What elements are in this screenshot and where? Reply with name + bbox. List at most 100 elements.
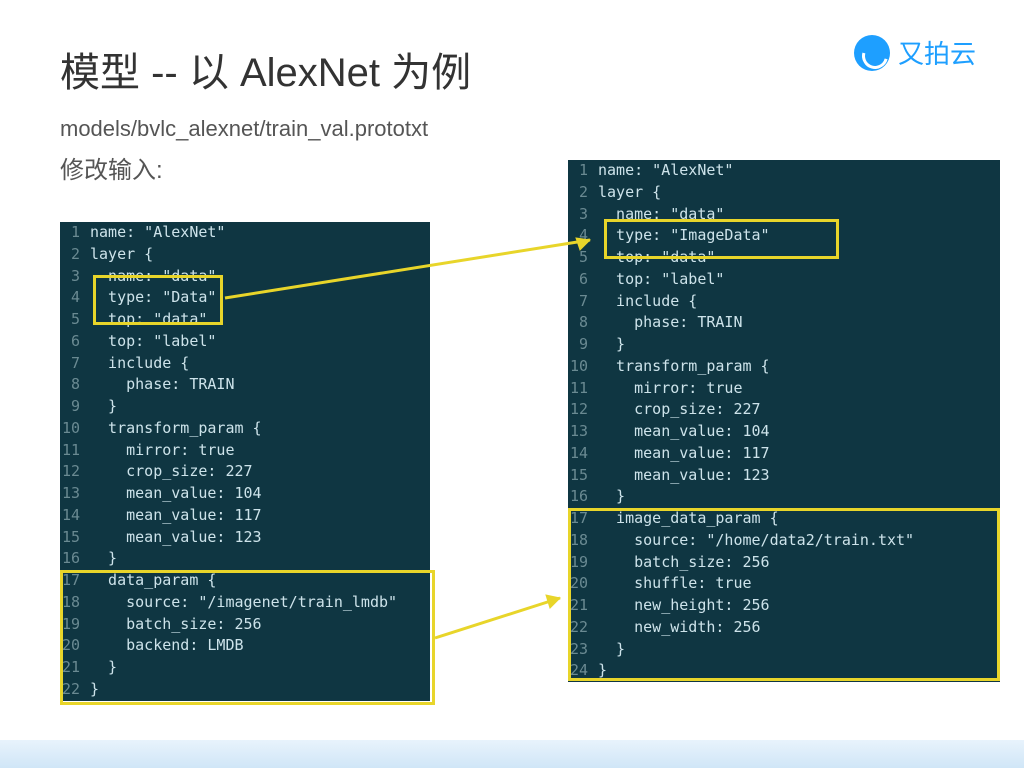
code-text: layer {: [598, 182, 661, 204]
line-number: 17: [568, 508, 598, 530]
line-number: 11: [568, 378, 598, 400]
code-line: 14 mean_value: 117: [568, 443, 1000, 465]
code-text: }: [90, 679, 99, 701]
code-line: 1name: "AlexNet": [568, 160, 1000, 182]
code-text: name: "data": [598, 204, 724, 226]
line-number: 4: [60, 287, 90, 309]
code-text: data_param {: [90, 570, 216, 592]
line-number: 5: [60, 309, 90, 331]
line-number: 19: [568, 552, 598, 574]
line-number: 1: [60, 222, 90, 244]
line-number: 13: [568, 421, 598, 443]
code-text: transform_param {: [598, 356, 770, 378]
code-line: 18 source: "/imagenet/train_lmdb": [60, 592, 430, 614]
code-line: 10 transform_param {: [60, 418, 430, 440]
line-number: 14: [568, 443, 598, 465]
code-text: phase: TRAIN: [598, 312, 743, 334]
logo-text: 又拍云: [898, 34, 976, 71]
code-text: transform_param {: [90, 418, 262, 440]
code-line: 15 mean_value: 123: [568, 465, 1000, 487]
code-line: 3 name: "data": [60, 266, 430, 288]
code-text: top: "label": [598, 269, 724, 291]
code-text: mean_value: 104: [598, 421, 770, 443]
line-number: 1: [568, 160, 598, 182]
code-line: 15 mean_value: 123: [60, 527, 430, 549]
code-line: 14 mean_value: 117: [60, 505, 430, 527]
code-line: 8 phase: TRAIN: [568, 312, 1000, 334]
code-text: mirror: true: [598, 378, 743, 400]
code-text: new_height: 256: [598, 595, 770, 617]
line-number: 12: [60, 461, 90, 483]
code-text: phase: TRAIN: [90, 374, 235, 396]
line-number: 2: [60, 244, 90, 266]
line-number: 19: [60, 614, 90, 636]
code-text: mean_value: 123: [598, 465, 770, 487]
line-number: 10: [60, 418, 90, 440]
slide: 又拍云 模型 -- 以 AlexNet 为例 models/bvlc_alexn…: [0, 0, 1024, 768]
line-number: 20: [60, 635, 90, 657]
code-line: 8 phase: TRAIN: [60, 374, 430, 396]
code-text: mean_value: 104: [90, 483, 262, 505]
arrow-bottom: [430, 590, 580, 650]
line-number: 12: [568, 399, 598, 421]
line-number: 18: [60, 592, 90, 614]
code-line: 6 top: "label": [60, 331, 430, 353]
code-text: crop_size: 227: [90, 461, 253, 483]
code-line: 9 }: [568, 334, 1000, 356]
code-line: 6 top: "label": [568, 269, 1000, 291]
line-number: 16: [60, 548, 90, 570]
code-line: 2layer {: [568, 182, 1000, 204]
code-text: top: "data": [90, 309, 207, 331]
line-number: 10: [568, 356, 598, 378]
code-line: 11 mirror: true: [60, 440, 430, 462]
code-line: 13 mean_value: 104: [568, 421, 1000, 443]
code-line: 19 batch_size: 256: [568, 552, 1000, 574]
line-number: 8: [60, 374, 90, 396]
code-text: include {: [598, 291, 697, 313]
code-block-right: 1name: "AlexNet"2layer {3 name: "data"4 …: [568, 160, 1000, 682]
code-line: 7 include {: [568, 291, 1000, 313]
code-line: 12 crop_size: 227: [60, 461, 430, 483]
code-text: mean_value: 117: [598, 443, 770, 465]
code-line: 22 new_width: 256: [568, 617, 1000, 639]
code-text: }: [598, 660, 607, 682]
code-text: include {: [90, 353, 189, 375]
line-number: 2: [568, 182, 598, 204]
line-number: 16: [568, 486, 598, 508]
line-number: 22: [568, 617, 598, 639]
code-text: }: [598, 334, 625, 356]
code-line: 7 include {: [60, 353, 430, 375]
code-text: crop_size: 227: [598, 399, 761, 421]
code-line: 13 mean_value: 104: [60, 483, 430, 505]
line-number: 9: [60, 396, 90, 418]
code-text: layer {: [90, 244, 153, 266]
code-line: 4 type: "ImageData": [568, 225, 1000, 247]
code-line: 16 }: [60, 548, 430, 570]
code-line: 22}: [60, 679, 430, 701]
bottom-bar: [0, 740, 1024, 768]
line-number: 13: [60, 483, 90, 505]
code-text: source: "/imagenet/train_lmdb": [90, 592, 397, 614]
code-line: 18 source: "/home/data2/train.txt": [568, 530, 1000, 552]
line-number: 3: [568, 204, 598, 226]
file-path: models/bvlc_alexnet/train_val.prototxt: [60, 116, 964, 142]
code-line: 17 data_param {: [60, 570, 430, 592]
code-line: 24}: [568, 660, 1000, 682]
page-title: 模型 -- 以 AlexNet 为例: [60, 40, 964, 98]
code-line: 12 crop_size: 227: [568, 399, 1000, 421]
code-text: top: "label": [90, 331, 216, 353]
code-text: batch_size: 256: [598, 552, 770, 574]
line-number: 9: [568, 334, 598, 356]
line-number: 20: [568, 573, 598, 595]
line-number: 17: [60, 570, 90, 592]
line-number: 18: [568, 530, 598, 552]
line-number: 5: [568, 247, 598, 269]
logo: 又拍云: [854, 34, 976, 71]
code-line: 9 }: [60, 396, 430, 418]
code-text: name: "AlexNet": [598, 160, 733, 182]
code-line: 2layer {: [60, 244, 430, 266]
code-text: }: [90, 548, 117, 570]
line-number: 6: [60, 331, 90, 353]
code-line: 19 batch_size: 256: [60, 614, 430, 636]
code-text: mean_value: 123: [90, 527, 262, 549]
